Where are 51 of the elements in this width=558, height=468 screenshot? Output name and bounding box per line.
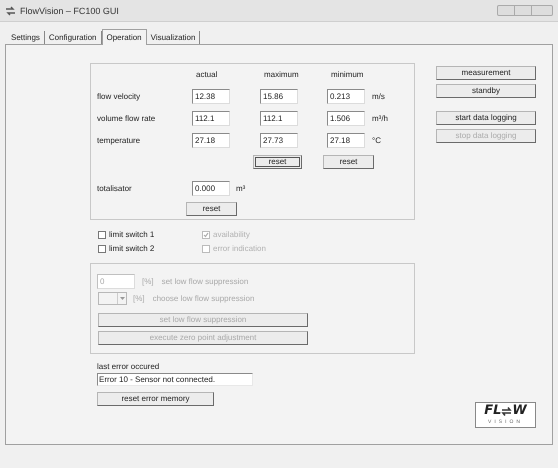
unit-label: m³/h	[372, 114, 388, 124]
value-field[interactable]: 15.86	[260, 89, 298, 104]
value-field[interactable]: 12.38	[192, 89, 230, 104]
reset-button[interactable]: reset	[323, 155, 374, 169]
column-header: minimum	[331, 70, 364, 81]
unit-label: m³	[236, 184, 246, 194]
logo-text: FL	[484, 404, 502, 418]
unit-label: [%]	[133, 294, 145, 304]
value-field[interactable]: 112.1	[192, 111, 230, 126]
row-label: flow velocity	[97, 92, 142, 102]
dropdown-arrow-icon	[120, 297, 124, 300]
checkbox-label: availability	[213, 230, 250, 240]
reset-button[interactable]: reset	[186, 202, 237, 216]
checkbox[interactable]	[98, 231, 106, 239]
value-field[interactable]: 112.1	[260, 111, 298, 126]
reset-error-button[interactable]: reset error memory	[97, 392, 214, 406]
value-field[interactable]: 0.213	[327, 89, 365, 104]
minimize-button[interactable]	[497, 5, 515, 16]
action-button[interactable]: standby	[436, 84, 536, 98]
row-label: temperature	[97, 136, 142, 146]
window-title: FlowVision – FC100 GUI	[20, 6, 119, 16]
field-label: choose low flow suppression	[152, 294, 254, 304]
close-button[interactable]	[531, 5, 553, 16]
value-field[interactable]: 1.506	[327, 111, 365, 126]
unit-label: [%]	[142, 276, 154, 286]
value-field[interactable]: 27.18	[327, 133, 365, 148]
tab[interactable]: Operation	[102, 29, 147, 45]
action-button[interactable]: measurement	[436, 66, 536, 80]
logo-text: W	[512, 404, 527, 418]
value-field[interactable]: 0.000	[192, 181, 230, 196]
row-label: volume flow rate	[97, 114, 156, 124]
error-field[interactable]: Error 10 - Sensor not connected.	[97, 373, 253, 386]
checkbox[interactable]	[98, 245, 106, 253]
field-label: set low flow suppression	[162, 276, 248, 286]
dropdown[interactable]	[98, 292, 127, 305]
value-field[interactable]: 27.18	[192, 133, 230, 148]
value-field[interactable]: 27.73	[260, 133, 298, 148]
checkbox-label: limit switch 2	[109, 244, 154, 254]
app-icon	[5, 6, 16, 16]
field-label: last error occured	[97, 362, 160, 372]
unit-label: m/s	[372, 92, 385, 102]
checkbox-label: error indication	[213, 244, 266, 254]
unit-label: °C	[372, 136, 381, 146]
row-label: totalisator	[97, 184, 133, 194]
checkbox-label: limit switch 1	[109, 230, 154, 240]
reset-button[interactable]: reset	[253, 155, 302, 169]
column-header: actual	[196, 70, 218, 81]
maximize-button[interactable]	[515, 5, 531, 16]
column-header: maximum	[264, 70, 300, 81]
swirl-icon	[501, 406, 512, 416]
action-button[interactable]: start data logging	[436, 111, 536, 125]
